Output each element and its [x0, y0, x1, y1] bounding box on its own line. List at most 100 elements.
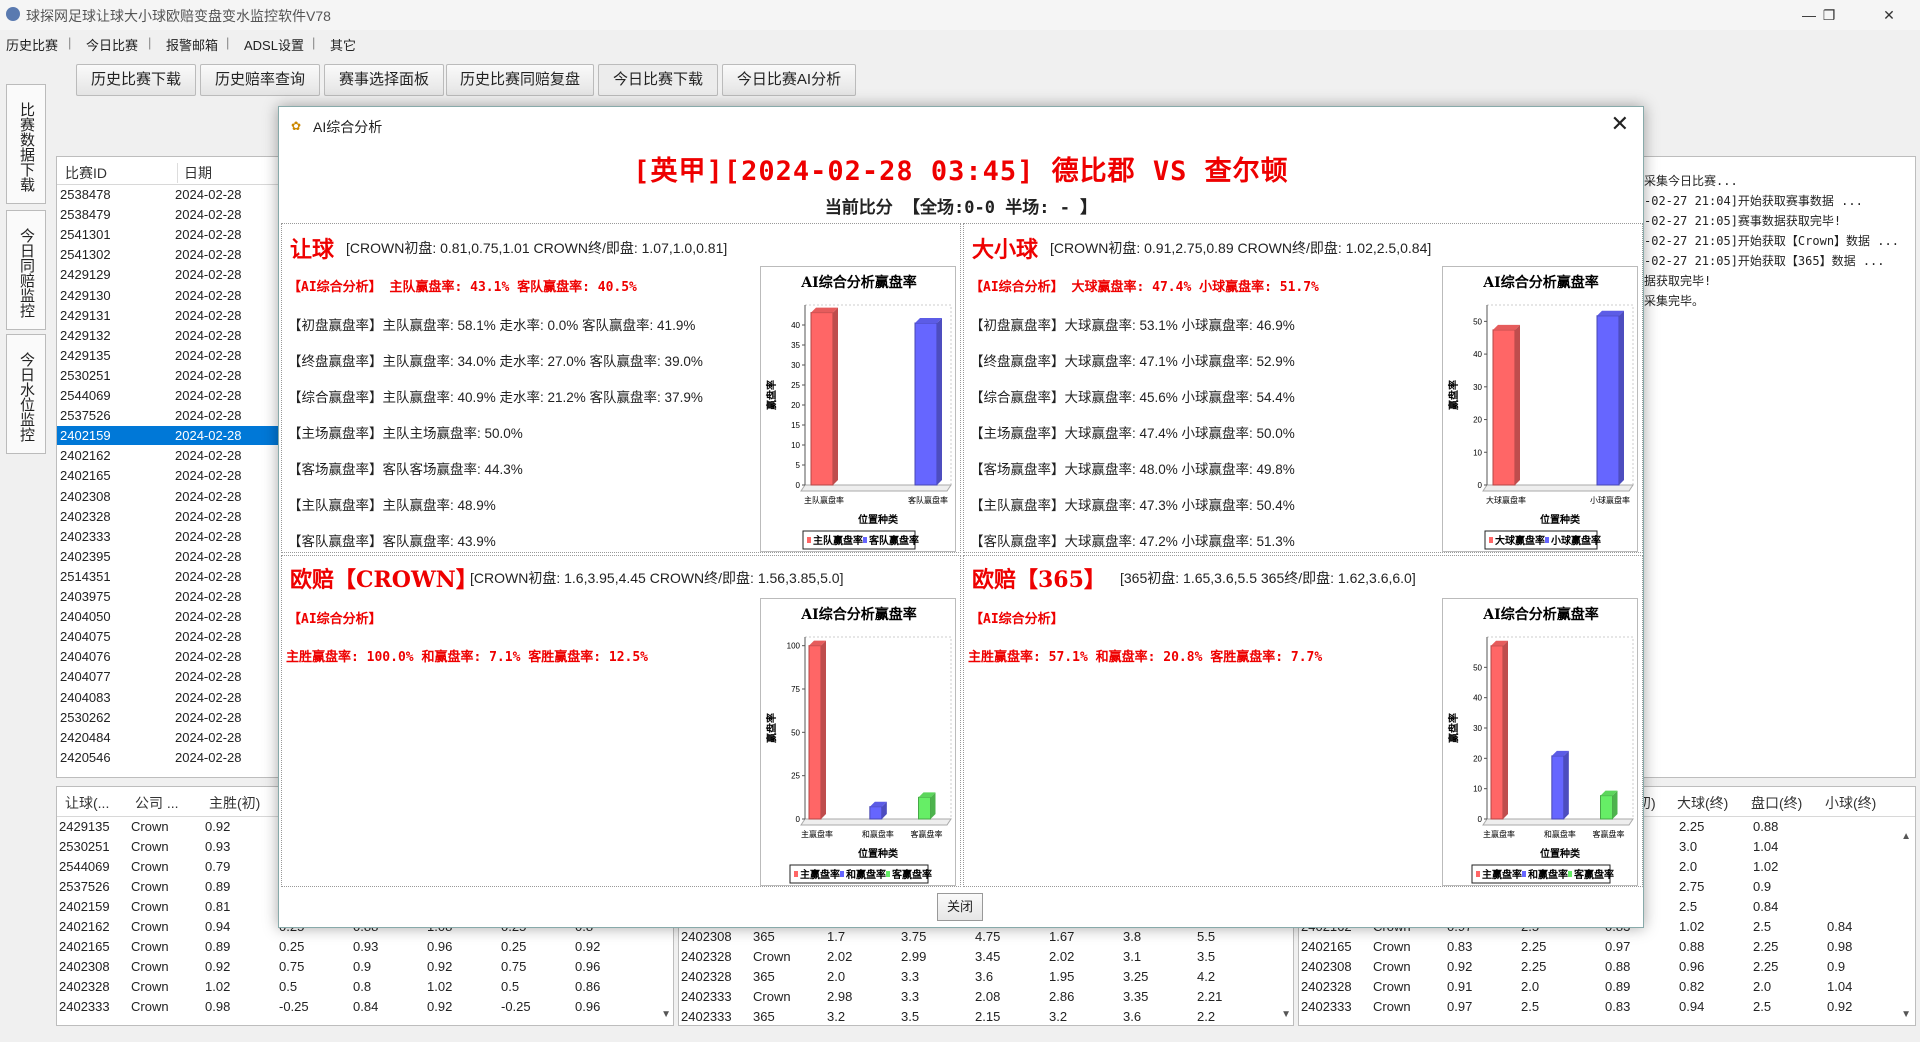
table-cell: 3.25 [1123, 969, 1149, 984]
column-header-line-final[interactable]: 盘口(终) [1751, 793, 1802, 813]
table-cell: 0.25 [501, 939, 527, 954]
table-cell: 2.75 [1679, 879, 1705, 894]
scroll-down-icon[interactable]: ▼ [661, 1009, 671, 1020]
title-bar: 球探网足球让球大小球欧赔变盘变水监控软件V78 — ✕ [0, 0, 1920, 30]
tab-history-download[interactable]: 历史比赛下载 [76, 64, 196, 96]
match-date-cell: 2024-02-28 [175, 609, 242, 625]
menu-other[interactable]: 其它 [330, 35, 356, 54]
dialog-close-button[interactable]: 关闭 [937, 893, 983, 921]
x-axis-label: 位置种类 [858, 513, 898, 526]
tab-history-same-odds-replay[interactable]: 历史比赛同赔复盘 [446, 64, 594, 96]
scroll-down-icon[interactable]: ▼ [1901, 1009, 1911, 1020]
table-cell: Crown [1373, 959, 1411, 974]
legend-label: 主赢盘率 [1482, 868, 1522, 881]
table-cell: 2402308 [681, 929, 732, 944]
y-tick-label: 100 [787, 642, 801, 651]
dialog-close-icon[interactable]: ✕ [1611, 111, 1629, 137]
match-date-cell: 2024-02-28 [175, 709, 242, 725]
legend-swatch [886, 871, 890, 877]
table-cell: Crown [131, 879, 169, 894]
rate-line: 【综合赢盘率】大球赢盘率: 45.6% 小球赢盘率: 54.4% [970, 390, 1295, 405]
window-title: 球探网足球让球大小球欧赔变盘变水监控软件V78 [26, 8, 331, 24]
euro-365-section: 欧赔【365】 [365初盘: 1.65,3.6,5.5 365终/即盘: 1.… [963, 555, 1643, 887]
y-axis-label: 赢盘率 [765, 380, 778, 410]
table-cell: 2.5 [1753, 919, 1772, 934]
menu-alert-email[interactable]: 报警邮箱 [166, 35, 218, 54]
match-id-cell: 2402395 [60, 548, 111, 564]
column-header-under-final[interactable]: 小球(终) [1825, 793, 1876, 813]
table-cell: 0.92 [1447, 959, 1473, 974]
tab-today-ai-analysis[interactable]: 今日比赛AI分析 [722, 64, 856, 96]
column-header-match-id[interactable]: 比赛ID [65, 163, 107, 183]
tab-event-select-panel[interactable]: 赛事选择面板 [324, 64, 444, 96]
legend-label: 客队赢盘率 [868, 534, 919, 547]
over-under-ai-line: 【AI综合分析】 大球赢盘率: 47.4% 小球赢盘率: 51.7% [970, 280, 1319, 295]
match-id-cell: 2429135 [60, 347, 111, 363]
restore-icon[interactable]: ❐ [1806, 2, 1852, 28]
euro-crown-section: 欧赔【CROWN】 [CROWN初盘: 1.6,3.95,4.45 CROWN终… [281, 555, 961, 887]
tab-history-odds-query[interactable]: 历史赔率查询 [200, 64, 320, 96]
column-header-date[interactable]: 日期 [177, 163, 212, 183]
table-cell: 1.95 [1049, 969, 1075, 984]
column-header-company[interactable]: 公司 ... [135, 793, 179, 813]
scroll-down-icon[interactable]: ▼ [1281, 1009, 1291, 1020]
table-cell: 3.5 [901, 1009, 920, 1024]
table-cell: 3.6 [1123, 1009, 1142, 1024]
column-header-handicap[interactable]: 让球(... [65, 793, 109, 813]
table-cell: 0.88 [1679, 939, 1705, 954]
table-cell: 2402328 [681, 969, 732, 984]
tab-today-download[interactable]: 今日比赛下载 [598, 64, 718, 96]
column-header-home-initial[interactable]: 主胜(初) [209, 793, 260, 813]
table-cell: 4.2 [1197, 969, 1216, 984]
rate-line: 【初盘赢盘率】大球赢盘率: 53.1% 小球赢盘率: 46.9% [970, 318, 1295, 333]
chart-bar [1596, 315, 1620, 486]
chart-title: AI综合分析赢盘率 [1482, 274, 1598, 291]
menu-history-matches[interactable]: 历史比赛 [6, 35, 58, 54]
close-window-button[interactable]: ✕ [1866, 2, 1912, 28]
side-tab-match-data-download[interactable]: 比赛数据下载 [6, 84, 46, 204]
x-tick-label: 小球赢盘率 [1590, 495, 1630, 505]
table-cell: 2.0 [827, 969, 846, 984]
y-tick-label: 20 [1473, 416, 1482, 425]
table-cell: 0.83 [1605, 999, 1631, 1014]
euro-crown-odds: [CROWN初盘: 1.6,3.95,4.45 CROWN终/即盘: 1.56,… [470, 570, 844, 586]
match-id-cell: 2404077 [60, 669, 111, 685]
table-cell: 1.02 [427, 979, 453, 994]
table-cell: 2402165 [1301, 939, 1352, 954]
table-cell: 2.21 [1197, 989, 1223, 1004]
column-header-over-final[interactable]: 大球(终) [1677, 793, 1728, 813]
side-tab-today-same-odds-monitor[interactable]: 今日同赔监控 [6, 210, 46, 330]
chart-title: AI综合分析赢盘率 [1482, 606, 1598, 623]
table-cell: 1.67 [1049, 929, 1075, 944]
match-date-cell: 2024-02-28 [175, 227, 242, 243]
y-tick-label: 25 [791, 772, 800, 781]
log-line: -02-27 21:05]开始获取【365】数据 ... [1644, 254, 1885, 268]
table-cell: 0.93 [205, 839, 231, 854]
euro-crown-chart: AI综合分析赢盘率 0 25 50 75 100 赢盘率 主赢盘率 和赢盘率 客赢盘率 位置种类 主赢… [760, 598, 956, 886]
match-date-cell: 2024-02-28 [175, 388, 242, 403]
legend-label: 客赢盘率 [891, 868, 932, 881]
table-cell: 2.0 [1679, 859, 1698, 874]
match-id-cell: 2530251 [60, 367, 111, 383]
over-under-odds: [CROWN初盘: 0.91,2.75,0.89 CROWN终/即盘: 1.02… [1050, 240, 1432, 256]
legend-label: 客赢盘率 [1573, 868, 1614, 881]
table-cell: 3.1 [1123, 949, 1142, 964]
y-tick-label: 0 [1478, 815, 1483, 824]
table-cell: 3.45 [975, 949, 1001, 964]
table-cell: 0.92 [205, 959, 231, 974]
table-cell: 0.92 [427, 999, 453, 1014]
scroll-up-icon[interactable]: ▲ [1901, 831, 1911, 842]
match-id-cell: 2544069 [60, 388, 111, 403]
euro-365-ai-line: 【AI综合分析】 [970, 612, 1064, 627]
y-tick-label: 5 [796, 461, 801, 470]
side-tab-today-water-monitor[interactable]: 今日水位监控 [6, 334, 46, 454]
euro-crown-rate-line: 主胜赢盘率: 100.0% 和赢盘率: 7.1% 客胜赢盘率: 12.5% [286, 650, 649, 665]
match-id-cell: 2537526 [60, 408, 111, 424]
y-tick-label: 15 [791, 421, 800, 430]
rate-line: 【综合赢盘率】主队赢盘率: 40.9% 走水率: 21.2% 客队赢盘率: 37… [288, 390, 703, 405]
menu-today-matches[interactable]: 今日比赛 [86, 35, 138, 54]
table-cell: 2537526 [59, 879, 110, 894]
table-cell: 1.02 [205, 979, 231, 994]
menu-adsl-settings[interactable]: ADSL设置 [244, 35, 304, 54]
match-date-cell: 2024-02-28 [175, 689, 242, 705]
